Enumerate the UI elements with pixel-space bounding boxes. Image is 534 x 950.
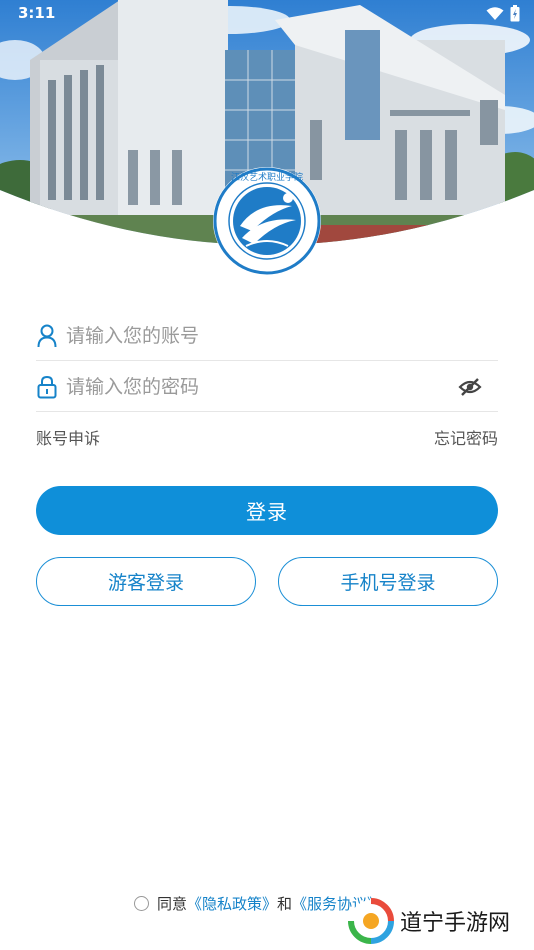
status-bar: 3:11 xyxy=(0,0,534,28)
phone-login-button[interactable]: 手机号登录 xyxy=(278,557,498,606)
agreement-row: 同意 《隐私政策》 和 《服务协议》 xyxy=(134,893,382,914)
status-time: 3:11 xyxy=(18,4,56,22)
password-field[interactable] xyxy=(36,362,498,412)
forgot-password-link[interactable]: 忘记密码 xyxy=(434,425,498,449)
account-field[interactable] xyxy=(36,311,498,361)
college-logo: 江汉艺术职业学院 xyxy=(212,166,322,276)
agree-radio[interactable] xyxy=(134,896,149,911)
wifi-icon xyxy=(486,6,504,20)
agree-and: 和 xyxy=(277,895,293,913)
login-button[interactable]: 登录 xyxy=(36,486,498,535)
password-input[interactable] xyxy=(66,375,456,398)
account-input[interactable] xyxy=(66,324,498,347)
watermark-logo-icon xyxy=(348,898,394,944)
agree-prefix: 同意 xyxy=(157,895,188,913)
lock-icon xyxy=(36,374,58,400)
eye-off-icon[interactable] xyxy=(456,373,484,401)
watermark-text: 道宁手游网 xyxy=(400,911,511,936)
logo-chinese-text: 江汉艺术职业学院 xyxy=(231,171,303,183)
user-icon xyxy=(36,323,58,349)
battery-icon xyxy=(510,5,520,22)
watermark: 道宁手游网 xyxy=(348,898,510,944)
account-appeal-link[interactable]: 账号申诉 xyxy=(36,425,100,449)
guest-login-button[interactable]: 游客登录 xyxy=(36,557,256,606)
status-icons xyxy=(486,5,520,22)
privacy-policy-link[interactable]: 《隐私政策》 xyxy=(187,893,277,914)
auxiliary-links: 账号申诉 忘记密码 xyxy=(36,425,498,449)
